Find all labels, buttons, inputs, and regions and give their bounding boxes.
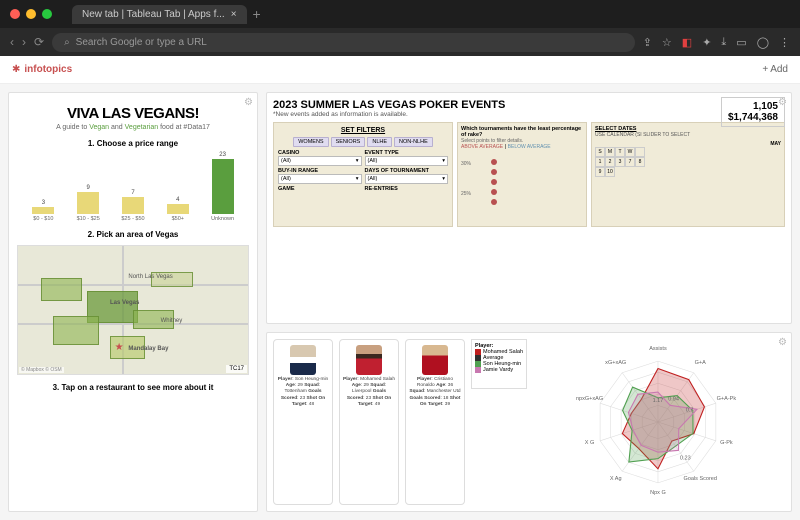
poker-subtitle: *New events added as information is avai…: [273, 111, 785, 118]
svg-text:G+A: G+A: [695, 360, 707, 366]
tab-title: New tab | Tableau Tab | Apps f...: [82, 9, 225, 20]
url-placeholder: Search Google or type a URL: [76, 37, 207, 48]
back-button[interactable]: ‹: [10, 35, 14, 49]
chevron-down-icon: ▾: [356, 158, 359, 164]
map-attribution: © Mapbox © OSM: [19, 367, 64, 373]
map-tc-badge: TC17: [226, 365, 247, 373]
brand-logo: ✱ infotopics: [12, 64, 72, 75]
legend-item: Jamie Vardy: [475, 367, 523, 373]
svg-text:Npx G: Npx G: [650, 490, 666, 496]
calendar[interactable]: SMTW12378910: [595, 147, 781, 177]
step1-label: 1. Choose a price range: [17, 139, 249, 148]
svg-text:xG+xAG: xG+xAG: [605, 360, 626, 366]
bar-$0 - $10[interactable]: 3$0 - $10: [25, 200, 61, 222]
radar-legend: Player: Mohamed SalahAverageSon Heung-mi…: [471, 339, 527, 389]
svg-text:npxG+xAG: npxG+xAG: [576, 396, 603, 402]
reader-icon[interactable]: ▭: [736, 36, 746, 49]
poker-title: 2023 SUMMER LAS VEGAS POKER EVENTS: [273, 99, 785, 111]
vegas-panel: ⚙ VIVA LAS VEGANS! A guide to Vegan and …: [8, 92, 258, 512]
player-photo: [290, 345, 316, 375]
gear-icon[interactable]: ⚙: [244, 97, 253, 108]
browser-tab[interactable]: New tab | Tableau Tab | Apps f... ×: [72, 5, 247, 24]
event-select[interactable]: (All)▾: [365, 156, 449, 166]
vegas-title: VIVA LAS VEGANS!: [17, 105, 249, 122]
forward-button[interactable]: ›: [22, 35, 26, 49]
player-card[interactable]: Player: Cristiano Ronaldo Age: 36 Squad:…: [405, 339, 465, 505]
min-dot[interactable]: [26, 9, 36, 19]
pill-seniors[interactable]: SENIORS: [331, 137, 366, 147]
price-bar-chart[interactable]: 3$0 - $10 9$10 - $25 7$25 - $50 4$50+ 23Unkn…: [17, 152, 249, 222]
svg-text:G+A-Pk: G+A-Pk: [717, 396, 737, 402]
share-icon[interactable]: ⇪: [643, 36, 652, 49]
dates-panel: SELECT DATES USE CALENDAR (SI SLIDER TO …: [591, 122, 785, 227]
step2-label: 2. Pick an area of Vegas: [17, 230, 249, 239]
bar-$50+[interactable]: 4$50+: [160, 197, 196, 222]
reload-button[interactable]: ⟳: [34, 35, 44, 49]
player-card[interactable]: Player: Mohamed Salah Age: 29 Squad: Liv…: [339, 339, 399, 505]
chevron-down-icon: ▾: [442, 158, 445, 164]
player-photo: [422, 345, 448, 375]
pill-non-nlhe[interactable]: NON-NLHE: [394, 137, 433, 147]
pill-womens[interactable]: WOMENS: [293, 137, 328, 147]
radar-chart[interactable]: Assists 1.17 G+A 0.94 G+A-Pk 0.7 G-Pk Goals Sco…: [531, 339, 785, 505]
url-input[interactable]: ⌕ Search Google or type a URL: [52, 33, 635, 52]
svg-text:G-Pk: G-Pk: [720, 440, 733, 446]
close-tab-icon[interactable]: ×: [231, 9, 237, 20]
pill-nlhe[interactable]: NLHE: [367, 137, 392, 147]
map-marker[interactable]: ★: [115, 342, 124, 353]
filter-panel: SET FILTERS WOMENSSENIORSNLHENON-NLHE CA…: [273, 122, 453, 227]
svg-text:Goals Scored: Goals Scored: [684, 476, 717, 482]
menu-icon[interactable]: ⋮: [779, 36, 790, 49]
casino-select[interactable]: (All)▾: [278, 156, 362, 166]
poker-kpi: 1,105 $1,744,368: [721, 97, 785, 127]
max-dot[interactable]: [42, 9, 52, 19]
add-button[interactable]: + Add: [762, 64, 788, 75]
svg-text:X Ag: X Ag: [610, 476, 622, 482]
svg-text:1.17: 1.17: [653, 398, 664, 404]
player-card[interactable]: Player: Son Heung-min Age: 29 Squad: Tot…: [273, 339, 333, 505]
bar-$25 - $50[interactable]: 7$25 - $50: [115, 190, 151, 222]
poker-panel: ⚙ 2023 SUMMER LAS VEGAS POKER EVENTS *Ne…: [266, 92, 792, 324]
account-icon[interactable]: ◯: [757, 36, 769, 49]
chevron-down-icon: ▾: [356, 176, 359, 182]
svg-text:0.7: 0.7: [686, 408, 694, 414]
download-icon[interactable]: ⤓: [721, 36, 726, 49]
puzzle-icon[interactable]: ✦: [702, 36, 711, 49]
buyin-select[interactable]: (All)▾: [278, 174, 362, 184]
plus-icon: +: [762, 64, 768, 75]
players-panel: ⚙ Player: Son Heung-min Age: 29 Squad: T…: [266, 332, 792, 512]
close-dot[interactable]: [10, 9, 20, 19]
vegas-subtitle: A guide to Vegan and Vegetarian food at …: [17, 124, 249, 131]
svg-text:0.23: 0.23: [680, 456, 691, 462]
bar-$10 - $25[interactable]: 9$10 - $25: [70, 185, 106, 222]
rake-chart[interactable]: Which tournaments have the least percent…: [457, 122, 587, 227]
days-select[interactable]: (All)▾: [365, 174, 449, 184]
svg-text:0.94: 0.94: [668, 397, 679, 403]
ext-icon[interactable]: ◧: [682, 36, 692, 49]
vegas-map[interactable]: North Las Vegas Las Vegas Whitney ★ Mand…: [17, 245, 249, 375]
player-photo: [356, 345, 382, 375]
chevron-down-icon: ▾: [442, 176, 445, 182]
step3-label: 3. Tap on a restaurant to see more about…: [17, 383, 249, 392]
bar-Unknown[interactable]: 23Unknown: [205, 152, 241, 222]
new-tab-button[interactable]: +: [253, 6, 261, 22]
svg-text:Assists: Assists: [649, 346, 667, 352]
search-icon: ⌕: [64, 37, 70, 48]
bookmark-icon[interactable]: ☆: [662, 36, 672, 49]
svg-text:X G: X G: [585, 440, 595, 446]
